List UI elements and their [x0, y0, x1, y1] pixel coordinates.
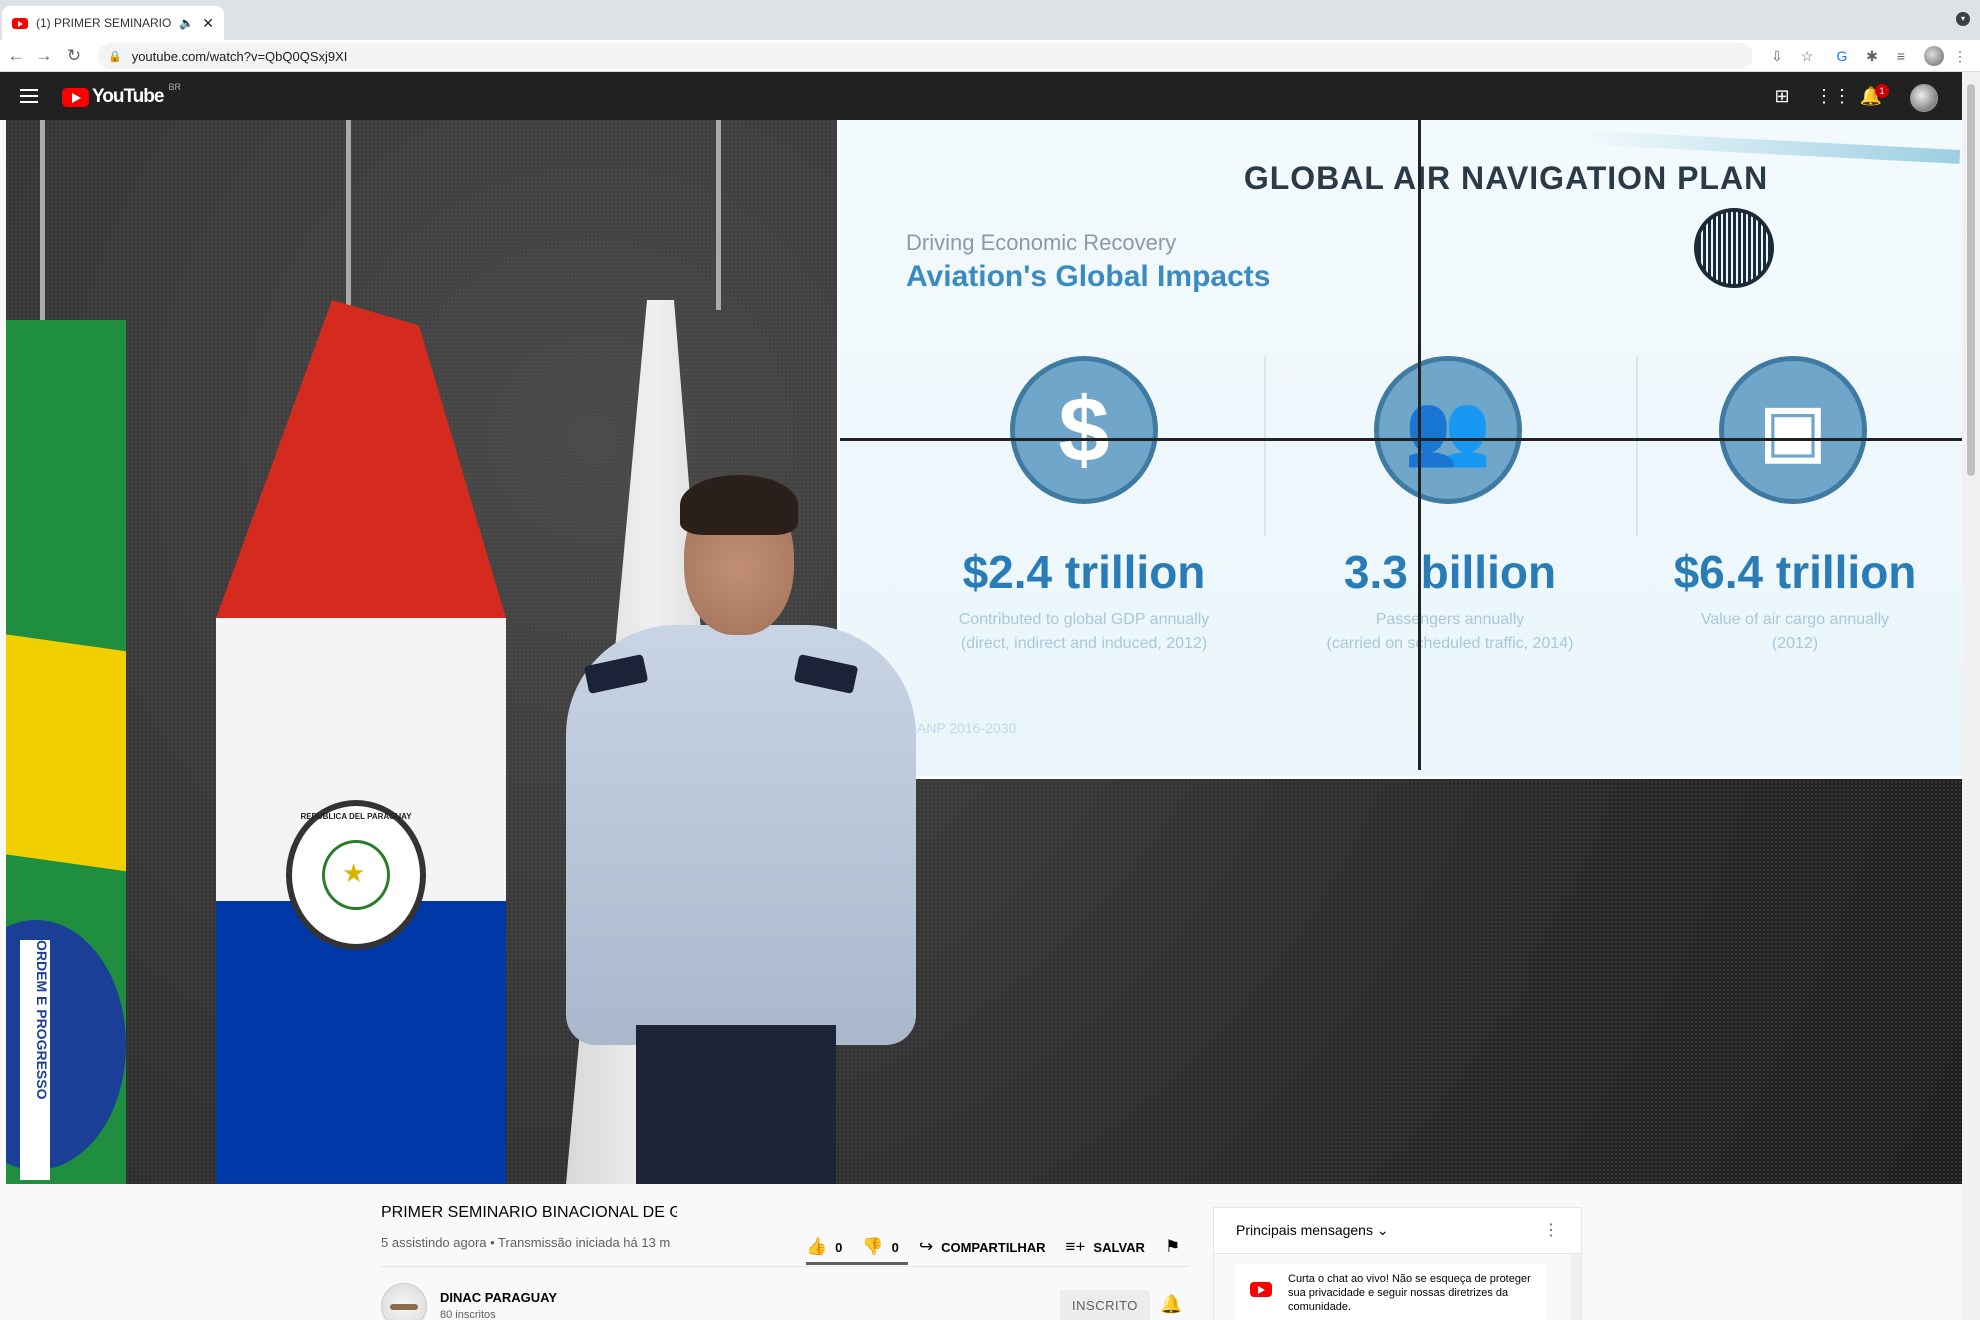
browser-tab[interactable]: (1) PRIMER SEMINARIO BINACIONAL DE GESTI… — [2, 6, 224, 40]
thumbs-down-icon: 👎 — [862, 1237, 884, 1256]
add-to-playlist-icon: ≡+ — [1065, 1237, 1086, 1256]
chat-mode-label: Principais mensagens — [1236, 1222, 1373, 1238]
channel-name[interactable]: DINAC PARAGUAY — [440, 1290, 557, 1305]
youtube-icon — [1250, 1282, 1272, 1297]
notification-badge: 1 — [1875, 84, 1889, 98]
chevron-down-icon: ⌄ — [1376, 1222, 1389, 1238]
stat-description: Contributed to global GDP annually (direc… — [958, 611, 1210, 652]
subscriber-count: 80 inscritos — [440, 1309, 496, 1320]
like-button[interactable]: 👍 0 — [806, 1237, 842, 1257]
chat-scrollbar[interactable] — [1571, 1254, 1581, 1320]
reload-icon[interactable]: ↻ — [62, 44, 86, 68]
star-icon: ★ — [342, 858, 366, 888]
chat-mode-dropdown[interactable]: Principais mensagens ⌄ — [1236, 1222, 1389, 1239]
report-button[interactable]: ⚑ — [1165, 1237, 1180, 1257]
live-chat-panel: Principais mensagens ⌄ ⋮ Curta o chat ao… — [1213, 1207, 1582, 1320]
browser-toolbar: ← → ↻ 🔒 youtube.com/watch?v=QbQ0QSxj9XI … — [0, 40, 1980, 72]
video-meta: 5 assistindo agora • Transmissão iniciad… — [381, 1235, 671, 1250]
scrollbar-thumb[interactable] — [1967, 84, 1975, 476]
flag-pole — [716, 120, 721, 310]
chat-welcome-message: Curta o chat ao vivo! Não se esqueça de … — [1236, 1264, 1546, 1320]
chat-notice-text: Curta o chat ao vivo! Não se esqueça de … — [1288, 1273, 1531, 1313]
youtube-logo[interactable]: YouTube BR — [62, 82, 181, 108]
passengers-icon: 👥 — [1374, 356, 1522, 504]
back-icon[interactable]: ← — [4, 44, 28, 68]
like-ratio-bar — [806, 1262, 908, 1265]
flag-pole — [346, 120, 351, 310]
video-title: PRIMER SEMINARIO BINACIONAL DE GE — [381, 1204, 677, 1221]
seal-text: REPUBLICA DEL PARAGUAY — [300, 812, 412, 821]
slide-subtitle: Driving Economic Recovery — [906, 230, 1177, 255]
channel-avatar[interactable] — [381, 1283, 427, 1320]
apps-grid-icon[interactable]: ⋮⋮ — [1815, 84, 1851, 108]
speaker-icon[interactable]: 🔈 — [179, 16, 194, 30]
address-bar[interactable]: 🔒 youtube.com/watch?v=QbQ0QSxj9XI — [98, 43, 1753, 69]
tab-search-icon[interactable]: ▾ — [1956, 12, 1970, 26]
youtube-wordmark: YouTube — [92, 86, 164, 107]
thumbs-up-icon: 👍 — [806, 1237, 828, 1256]
subscribed-button[interactable]: INSCRITO — [1060, 1290, 1150, 1320]
paraguay-seal: ★ REPUBLICA DEL PARAGUAY — [286, 800, 426, 950]
create-video-icon[interactable]: ⊞ — [1770, 84, 1794, 108]
tab-title: (1) PRIMER SEMINARIO BINACIONAL DE GESTI… — [36, 16, 172, 30]
bookmark-star-icon[interactable]: ☆ — [1797, 46, 1817, 66]
flag-motto: ORDEM E PROGRESSO — [20, 940, 50, 1180]
country-code: BR — [168, 82, 181, 92]
video-player[interactable]: ORDEM E PROGRESSO ★ REPUBLICA DEL PARAGU… — [6, 120, 1962, 1184]
slide-title: GLOBAL AIR NAVIGATION PLAN — [1243, 160, 1769, 196]
chat-more-options-icon[interactable]: ⋮ — [1543, 1220, 1559, 1240]
youtube-favicon-icon — [12, 17, 28, 29]
stat-value: $2.4 trillion — [962, 546, 1206, 598]
reading-list-icon[interactable]: ≡ — [1891, 46, 1911, 66]
lock-icon[interactable]: 🔒 — [108, 50, 122, 63]
paraguay-flag — [216, 300, 506, 1184]
flag-pole — [40, 120, 45, 330]
presenter — [506, 465, 926, 1184]
like-count: 0 — [835, 1239, 843, 1255]
save-label: SALVAR — [1093, 1239, 1145, 1255]
stat-description: Value of air cargo annually (2012) — [1700, 611, 1890, 652]
flag-icon: ⚑ — [1164, 1237, 1181, 1256]
share-button[interactable]: ↪ COMPARTILHAR — [919, 1237, 1046, 1257]
browser-menu-icon[interactable]: ⋮ — [1950, 46, 1970, 66]
video-actions: 👍 0 👎 0 ↪ COMPARTILHAR ≡+ SALVAR ⚑ — [806, 1234, 1200, 1260]
dislike-button[interactable]: 👎 0 — [862, 1237, 898, 1257]
slide-heading: Aviation's Global Impacts — [906, 260, 1271, 293]
save-button[interactable]: ≡+ SALVAR — [1066, 1237, 1145, 1257]
close-tab-icon[interactable]: ✕ — [202, 15, 214, 32]
dollar-icon: $ — [1010, 356, 1158, 504]
account-avatar[interactable] — [1910, 84, 1938, 112]
stat-description: Passengers annually (carried on scheduled… — [1326, 611, 1574, 652]
presentation-screen: GLOBAL AIR NAVIGATION PLAN Driving Econo… — [840, 120, 1962, 776]
youtube-masthead: YouTube BR ⊞ ⋮⋮ 🔔 — [0, 72, 1962, 120]
extensions-icon[interactable]: ✱ — [1862, 46, 1882, 66]
stat-value: 3.3 billion — [1343, 546, 1557, 598]
chat-body: Curta o chat ao vivo! Não se esqueça de … — [1214, 1254, 1581, 1320]
dislike-count: 0 — [891, 1239, 899, 1255]
stat-value: $6.4 trillion — [1673, 546, 1917, 598]
youtube-play-icon — [62, 87, 89, 107]
url-text: youtube.com/watch?v=QbQ0QSxj9XI — [131, 48, 348, 64]
channel-bell-icon[interactable]: 🔔 — [1160, 1294, 1182, 1315]
cargo-boxes-icon: ▣ — [1719, 356, 1867, 504]
icao-globe-icon — [1694, 208, 1774, 288]
browser-profile-avatar[interactable] — [1924, 46, 1944, 66]
install-icon[interactable]: ⇩ — [1767, 46, 1787, 66]
brazil-flag: ORDEM E PROGRESSO — [6, 320, 126, 1184]
share-label: COMPARTILHAR — [941, 1239, 1046, 1255]
browser-tabstrip: (1) PRIMER SEMINARIO BINACIONAL DE GESTI… — [0, 0, 1980, 40]
page-scrollbar[interactable] — [1962, 72, 1980, 1320]
share-arrow-icon: ↪ — [918, 1237, 934, 1256]
chat-header: Principais mensagens ⌄ ⋮ — [1214, 1208, 1581, 1254]
translate-icon[interactable]: G — [1832, 46, 1852, 66]
forward-icon[interactable]: → — [32, 44, 56, 68]
hamburger-menu-icon[interactable] — [20, 89, 38, 103]
